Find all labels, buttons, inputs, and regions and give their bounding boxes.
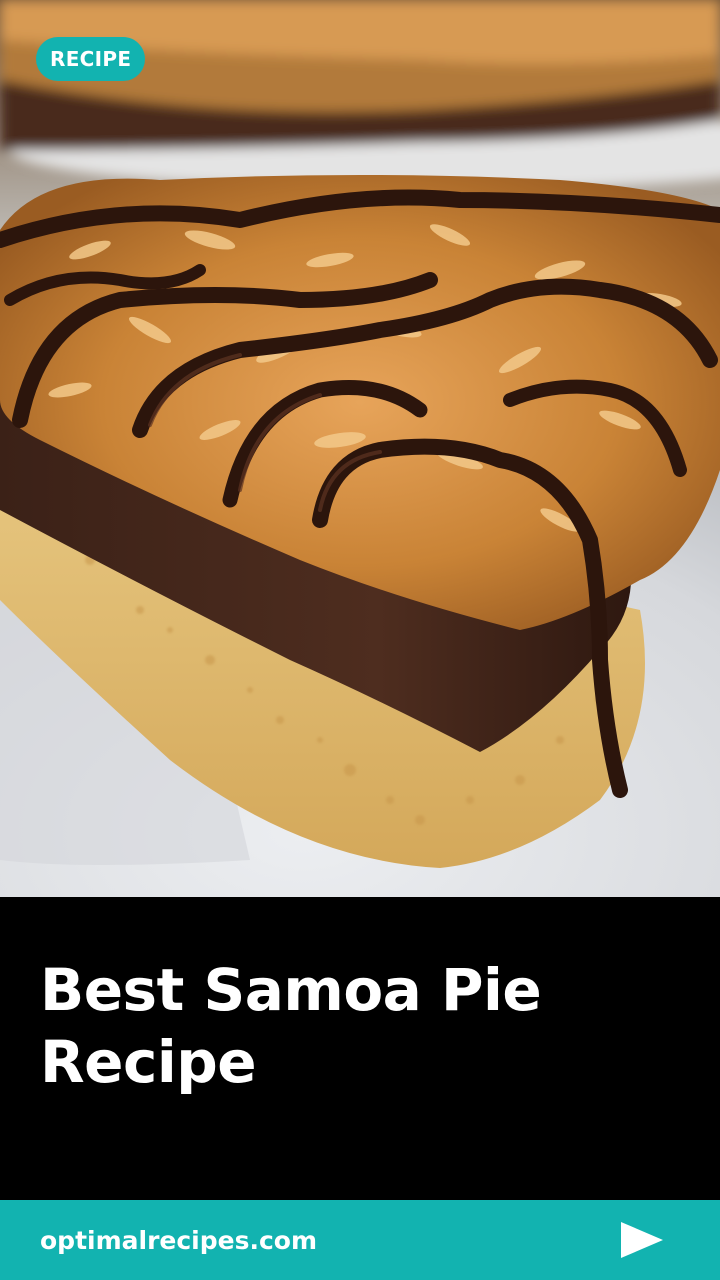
recipe-badge: RECIPE [36, 37, 146, 81]
footer-bar[interactable]: optimalrecipes.com [0, 1200, 720, 1280]
play-arrow-icon [621, 1222, 663, 1258]
page-title: Best Samoa Pie Recipe [40, 956, 542, 1096]
pie-illustration [0, 0, 720, 897]
recipe-story: RECIPE Best Samoa Pie Recipe optimalreci… [0, 0, 720, 1280]
next-button[interactable] [612, 1214, 672, 1266]
hero-image: RECIPE [0, 0, 720, 897]
site-link[interactable]: optimalrecipes.com [40, 1200, 317, 1280]
